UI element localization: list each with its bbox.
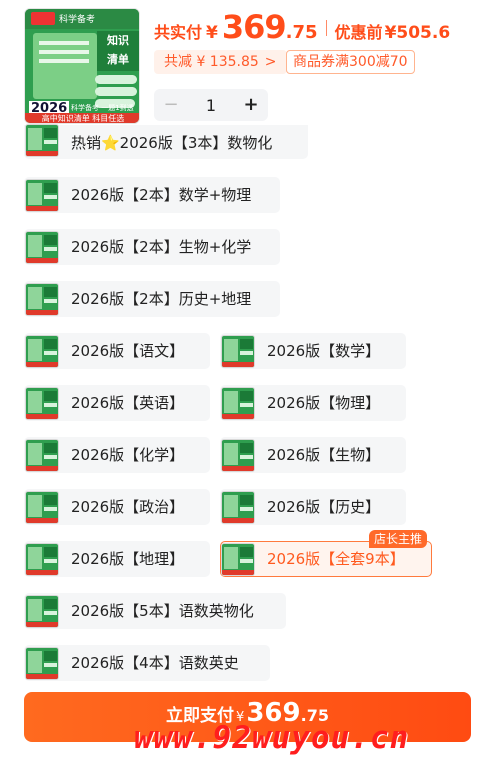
- variant-thumbnail: [25, 179, 59, 212]
- final-price-currency: ¥: [206, 23, 218, 43]
- recommend-badge: 店长主推: [369, 530, 428, 548]
- variant-option[interactable]: 2026版【地理】: [24, 541, 210, 577]
- variant-option-label: 2026版【语文】: [71, 342, 185, 360]
- variant-thumbnail: [221, 543, 255, 576]
- variant-option-label: 2026版【历史】: [267, 498, 381, 516]
- variant-thumbnail: [221, 439, 255, 472]
- variant-option[interactable]: 2026版【5本】语数英物化: [24, 593, 286, 629]
- discount-detail-button[interactable]: 共减 ¥ 135.85 >: [154, 50, 287, 74]
- variant-thumbnail: [25, 439, 59, 472]
- cover-pill: [95, 75, 137, 84]
- cover-title: 知识 清单: [97, 31, 139, 71]
- variant-option[interactable]: 2026版【生物】: [220, 437, 406, 473]
- variant-option-label: 2026版【物理】: [267, 394, 381, 412]
- coupon-badge[interactable]: 商品券满300减70: [286, 50, 415, 74]
- variant-option-label: 2026版【5本】语数英物化: [71, 602, 254, 620]
- variant-option-label: 2026版【政治】: [71, 498, 185, 516]
- variant-thumbnail: [221, 491, 255, 524]
- product-cover-image: 科学备考 知识 清单 2026 科学备考 一题1到透了 高中知识清单 科目任选: [24, 8, 140, 124]
- variant-option[interactable]: 2026版【化学】: [24, 437, 210, 473]
- variant-option[interactable]: 2026版【数学】: [220, 333, 406, 369]
- variant-thumbnail: [221, 387, 255, 420]
- variant-thumbnail: [221, 335, 255, 368]
- variant-option-label: 2026版【生物】: [267, 446, 381, 464]
- variant-option[interactable]: 2026版【全套9本】 店长主推: [220, 530, 432, 577]
- final-price-decimal: .75: [285, 22, 318, 43]
- price-summary: 共实付 ¥ 369 .75 优惠前 ¥505.6: [154, 8, 450, 48]
- variant-option[interactable]: 2026版【物理】: [220, 385, 406, 421]
- quantity-decrease-button[interactable]: −: [154, 89, 188, 121]
- variant-option-label: 2026版【2本】历史+地理: [71, 290, 252, 308]
- variant-thumbnail: [25, 124, 59, 157]
- variant-option-label: 2026版【化学】: [71, 446, 185, 464]
- variant-option[interactable]: 2026版【2本】历史+地理: [24, 281, 280, 317]
- variant-option[interactable]: 2026版【政治】: [24, 489, 210, 525]
- variant-option[interactable]: 2026版【2本】生物+化学: [24, 229, 280, 265]
- variant-option-label: 热销⭐2026版【3本】数物化: [71, 134, 273, 152]
- variant-option-label: 2026版【2本】数学+物理: [71, 186, 252, 204]
- variant-option[interactable]: 2026版【语文】: [24, 333, 210, 369]
- cover-pill: [95, 87, 137, 96]
- final-price-integer: 369: [221, 8, 287, 46]
- product-header: 科学备考 知识 清单 2026 科学备考 一题1到透了 高中知识清单 科目任选 …: [0, 0, 486, 128]
- variant-option[interactable]: 2026版【2本】数学+物理: [24, 177, 280, 213]
- variant-thumbnail: [25, 595, 59, 628]
- quantity-increase-button[interactable]: +: [234, 89, 268, 121]
- variant-option-label: 2026版【英语】: [71, 394, 185, 412]
- cover-book-art: [33, 33, 97, 99]
- variant-thumbnail: [25, 543, 59, 576]
- quantity-value[interactable]: 1: [188, 96, 234, 115]
- variant-thumbnail: [25, 231, 59, 264]
- variant-option[interactable]: 2026版【英语】: [24, 385, 210, 421]
- cover-brand: 科学备考: [59, 15, 96, 25]
- cover-brand-logo: [31, 12, 55, 25]
- variant-option[interactable]: 2026版【历史】: [220, 489, 406, 525]
- variant-thumbnail: [25, 335, 59, 368]
- variant-thumbnail: [25, 491, 59, 524]
- cover-bottom-text: 高中知识清单 科目任选: [25, 113, 139, 123]
- variant-option[interactable]: 2026版【4本】语数英史: [24, 645, 270, 681]
- variant-option-label: 2026版【数学】: [267, 342, 381, 360]
- variant-thumbnail: [25, 647, 59, 680]
- original-price-value: ¥505.6: [384, 23, 451, 43]
- final-price-label: 共实付: [154, 23, 203, 42]
- variant-option-label: 2026版【2本】生物+化学: [71, 238, 252, 256]
- chevron-right-icon: >: [264, 54, 277, 70]
- quantity-stepper: − 1 +: [154, 89, 268, 121]
- watermark-text: www.92wuyou.cn: [134, 720, 410, 756]
- price-divider: [325, 20, 327, 36]
- variant-option-label: 2026版【4本】语数英史: [71, 654, 239, 672]
- original-price-label: 优惠前: [334, 23, 383, 42]
- variant-thumbnail: [25, 387, 59, 420]
- variant-option-label: 2026版【地理】: [71, 550, 185, 568]
- discount-text: 共减 ¥ 135.85: [164, 54, 259, 70]
- variant-option[interactable]: 热销⭐2026版【3本】数物化: [24, 124, 308, 159]
- variant-thumbnail: [25, 283, 59, 316]
